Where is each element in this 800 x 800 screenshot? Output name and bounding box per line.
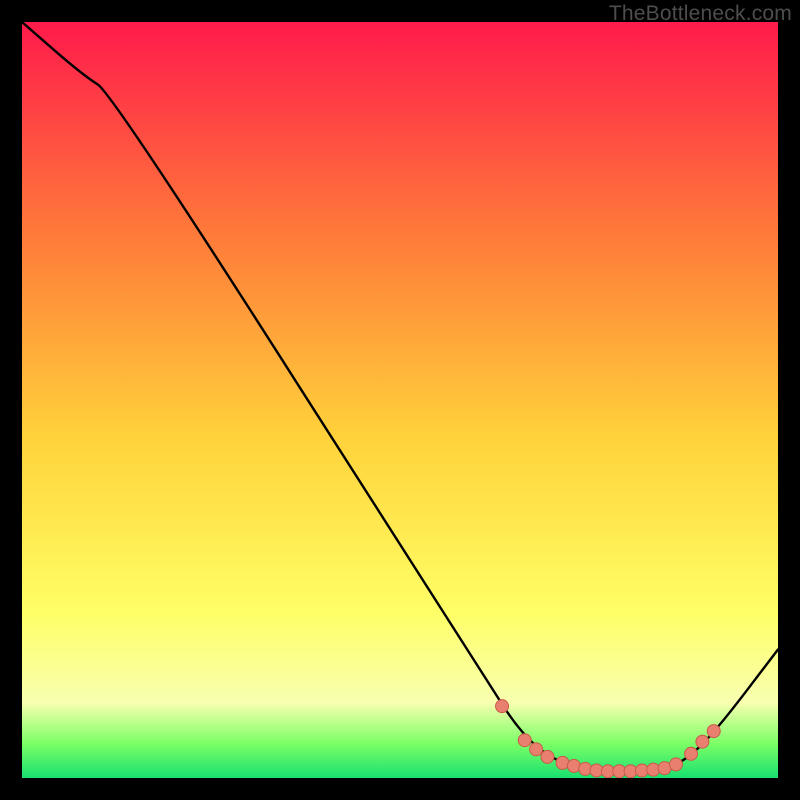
data-marker [518,734,531,747]
bottleneck-chart [22,22,778,778]
data-marker [696,735,709,748]
data-marker [685,747,698,760]
data-marker [669,758,682,771]
data-marker [707,725,720,738]
data-marker [496,700,509,713]
data-marker [530,743,543,756]
chart-stage: TheBottleneck.com [0,0,800,800]
data-marker [541,750,554,763]
